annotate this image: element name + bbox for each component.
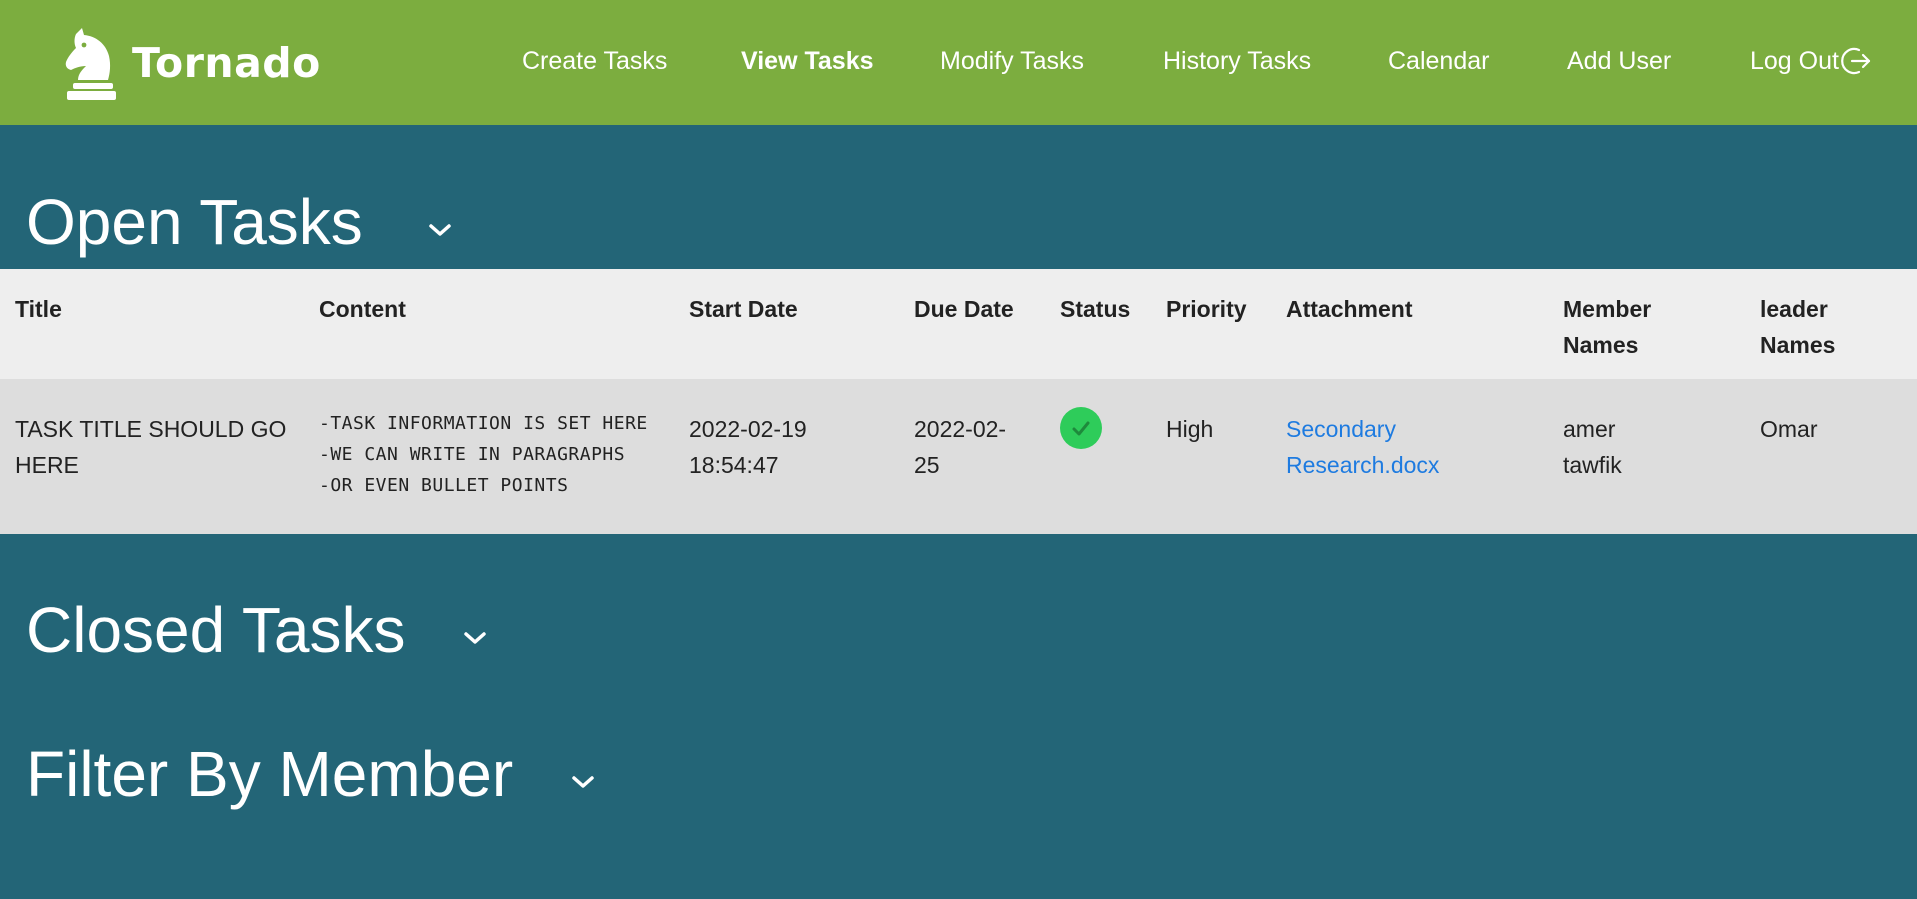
task-due-date-cell: 2022-02-25 [914,416,1007,478]
chevron-down-icon [429,224,451,236]
closed-tasks-title: Closed Tasks [26,594,406,666]
column-header-attachment: Attachment [1286,296,1413,322]
column-header-member-names: Member Names [1563,296,1652,358]
closed-tasks-toggle[interactable]: Closed Tasks [26,593,489,667]
table-header-row: Title Content Start Date Due Date Status… [0,269,1917,379]
column-header-status: Status [1060,296,1131,322]
chevron-down-icon [464,632,487,644]
check-circle-icon [1060,407,1102,449]
nav-add-user[interactable]: Add User [1567,44,1671,78]
top-navbar: Tornado Create Tasks View Tasks Modify T… [0,0,1917,125]
column-header-priority: Priority [1166,296,1247,322]
column-header-leader-names: leader Names [1760,296,1836,358]
nav-modify-tasks[interactable]: Modify Tasks [940,44,1084,78]
logout-arrow-icon [1841,47,1871,75]
task-status-cell [1045,379,1151,534]
filter-by-member-title: Filter By Member [26,738,514,810]
column-header-due-date: Due Date [914,296,1014,322]
attachment-link[interactable]: Secondary Research.docx [1286,416,1439,478]
open-tasks-table: Title Content Start Date Due Date Status… [0,269,1917,534]
open-tasks-title: Open Tasks [26,186,363,258]
member-name: amer [1563,416,1616,442]
task-content-cell: -TASK INFORMATION IS SET HERE -WE CAN WR… [319,413,648,496]
brand[interactable]: Tornado [62,26,321,100]
logout-button[interactable]: Log Out [1750,44,1873,78]
task-attachment-cell: Secondary Research.docx [1271,379,1548,534]
nav-history-tasks[interactable]: History Tasks [1163,44,1311,78]
open-tasks-toggle[interactable]: Open Tasks [26,185,454,259]
task-priority-cell: High [1166,416,1214,442]
chevron-down-icon [572,776,594,788]
task-members-cell: amer tawfik [1548,379,1745,534]
brand-name: Tornado [132,39,321,87]
filter-by-member-toggle[interactable]: Filter By Member [26,737,597,811]
task-title-cell: TASK TITLE SHOULD GO HERE [15,416,287,478]
table-row: TASK TITLE SHOULD GO HERE -TASK INFORMAT… [0,379,1917,534]
column-header-content: Content [319,296,406,322]
nav-create-tasks[interactable]: Create Tasks [522,44,667,78]
task-start-date-cell: 2022-02-19 18:54:47 [689,416,807,478]
chess-knight-logo-icon [65,28,116,100]
member-name: tawfik [1563,452,1622,478]
column-header-title: Title [15,296,62,322]
nav-view-tasks[interactable]: View Tasks [741,44,874,78]
column-header-start-date: Start Date [689,296,798,322]
nav-calendar[interactable]: Calendar [1388,44,1489,78]
logout-label: Log Out [1750,47,1839,75]
task-leader-cell: Omar [1760,416,1818,442]
